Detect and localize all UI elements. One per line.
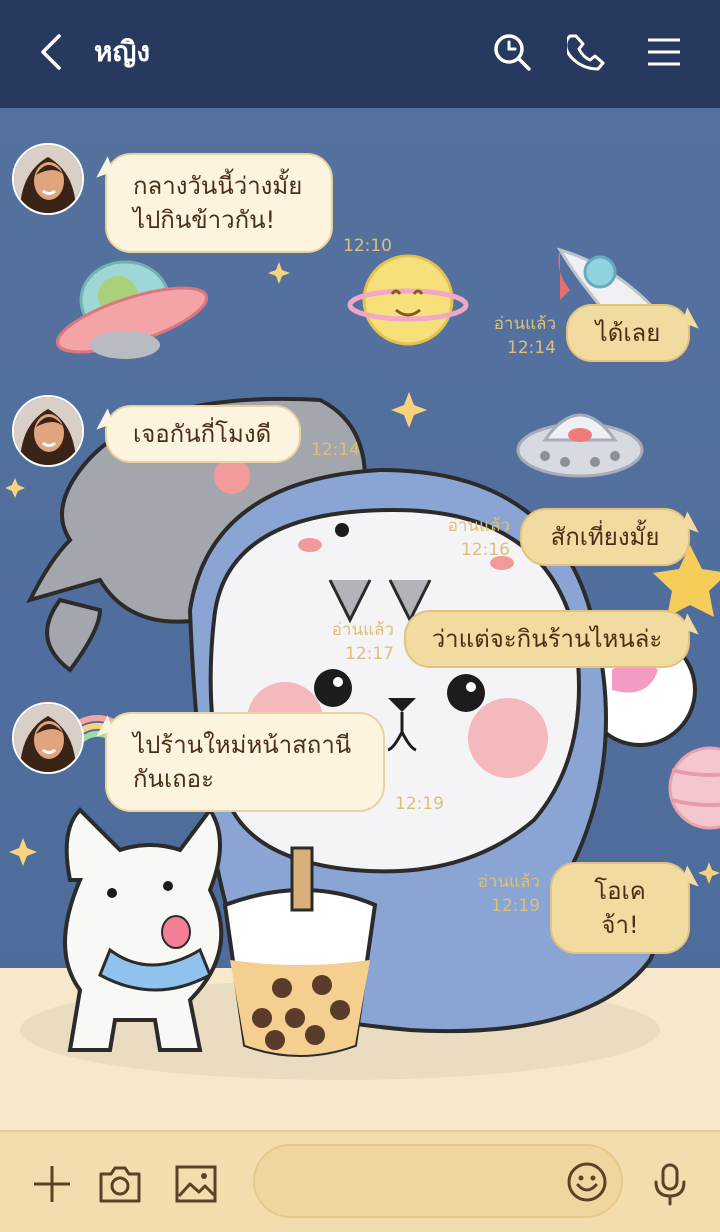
contact-avatar[interactable] [12, 395, 84, 467]
message-composer [0, 1130, 720, 1232]
message-bubble-outgoing[interactable]: ว่าแต่จะกินร้านไหนล่ะ [404, 610, 690, 668]
camera-icon [99, 1166, 141, 1203]
message-input[interactable] [277, 1164, 561, 1200]
emoji-button[interactable] [565, 1160, 609, 1204]
chat-header: หญิง [0, 0, 720, 108]
message-text: เจอกันกี่โมงดี [133, 420, 272, 448]
message-text: ไปร้านใหม่หน้าสถานี [133, 731, 352, 759]
microphone-icon [654, 1163, 686, 1206]
avatar-photo [14, 145, 82, 213]
message-time: 12:19 [395, 794, 444, 814]
contact-avatar[interactable] [12, 143, 84, 215]
menu-icon [648, 38, 680, 66]
message-text: โอเคจ้า! [594, 877, 646, 939]
back-button[interactable] [22, 22, 82, 82]
message-text: กลางวันนี้ว่างมั้ย [133, 172, 303, 200]
add-button[interactable] [28, 1160, 76, 1208]
avatar-photo [14, 397, 82, 465]
message-bubble-incoming[interactable]: ไปร้านใหม่หน้าสถานี กันเถอะ [105, 712, 385, 812]
message-bubble-incoming[interactable]: เจอกันกี่โมงดี [105, 405, 301, 463]
image-button[interactable] [172, 1160, 220, 1208]
back-chevron-icon [41, 34, 61, 70]
read-receipt: อ่านแล้ว [447, 516, 510, 536]
read-receipt: อ่านแล้ว [493, 314, 556, 334]
message-text: กันเถอะ [133, 765, 214, 793]
menu-button[interactable] [634, 22, 694, 82]
message-bubble-outgoing[interactable]: สักเที่ยงมั้ย [520, 508, 690, 566]
contact-avatar[interactable] [12, 702, 84, 774]
plus-icon [34, 1166, 70, 1202]
image-icon [175, 1165, 217, 1203]
message-bubble-outgoing[interactable]: โอเคจ้า! [550, 862, 690, 954]
chat-title: หญิง [94, 35, 150, 68]
message-text: ได้เลย [595, 319, 661, 347]
message-time: 12:14 [507, 338, 556, 358]
message-bubble-outgoing[interactable]: ได้เลย [566, 304, 690, 362]
message-text: ไปกินข้าวกัน! [133, 206, 276, 234]
call-button[interactable] [557, 22, 617, 82]
message-time: 12:16 [461, 540, 510, 560]
avatar-photo [14, 704, 82, 772]
emoji-icon [567, 1162, 607, 1202]
read-receipt: อ่านแล้ว [331, 620, 394, 640]
voice-button[interactable] [646, 1160, 694, 1208]
message-time: 12:19 [491, 896, 540, 916]
phone-icon [567, 34, 605, 71]
message-time: 12:14 [311, 440, 360, 460]
search-icon [494, 34, 531, 71]
message-input-container[interactable] [253, 1144, 623, 1218]
message-text: สักเที่ยงมั้ย [550, 523, 660, 551]
message-text: ว่าแต่จะกินร้านไหนล่ะ [431, 625, 663, 653]
message-time: 12:17 [345, 644, 394, 664]
message-time: 12:10 [343, 236, 392, 256]
message-bubble-incoming[interactable]: กลางวันนี้ว่างมั้ย ไปกินข้าวกัน! [105, 153, 333, 253]
camera-button[interactable] [96, 1160, 144, 1208]
read-receipt: อ่านแล้ว [477, 872, 540, 892]
search-button[interactable] [482, 22, 542, 82]
chat-screen: หญิง กลางวันนี้ว่างมั้ย ไปกินข้าวกัน! 12… [0, 0, 720, 1232]
